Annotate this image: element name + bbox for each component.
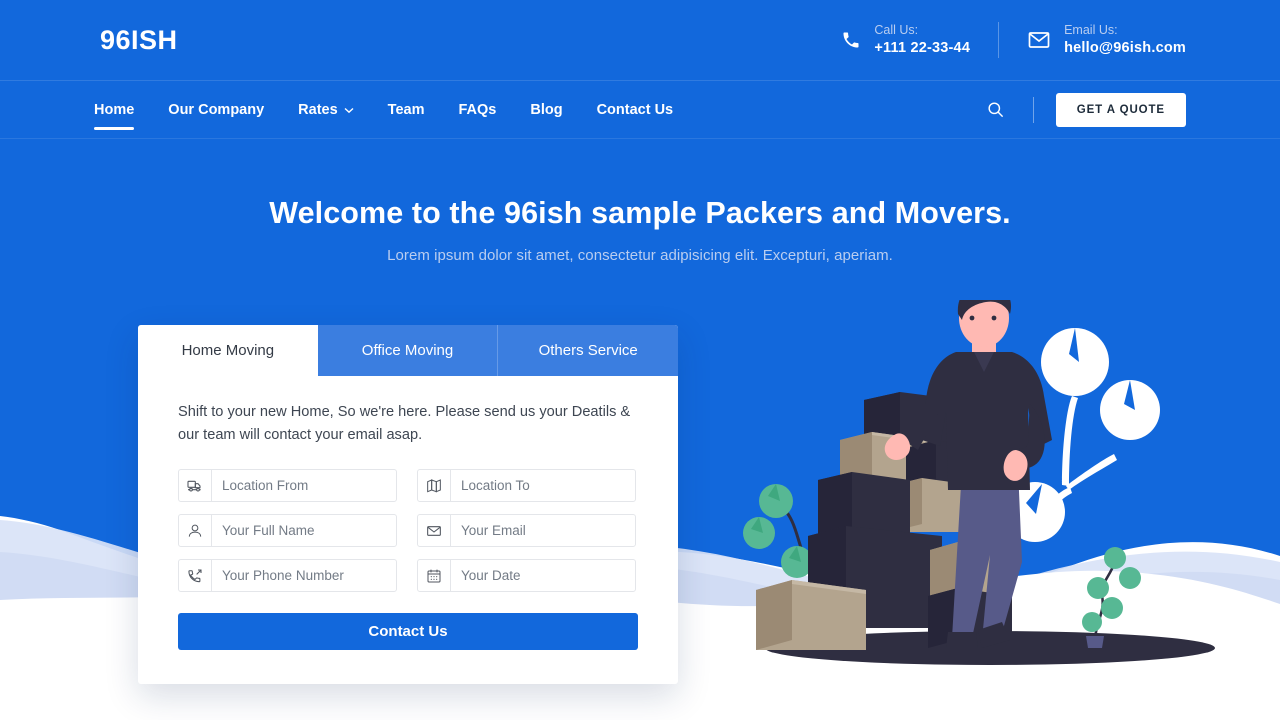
- full-name-field[interactable]: [178, 514, 409, 548]
- hero-title: Welcome to the 96ish sample Packers and …: [269, 196, 1011, 230]
- envelope-icon: [1027, 28, 1051, 52]
- phone-label: Call Us:: [874, 23, 919, 38]
- chevron-down-icon: [344, 102, 354, 118]
- hero-text-block: Welcome to the 96ish sample Packers and …: [0, 196, 1280, 264]
- location-from-field[interactable]: [178, 469, 409, 503]
- contact-us-submit-button[interactable]: Contact Us: [178, 613, 638, 651]
- nav-right-group: GET A QUOTE: [981, 92, 1186, 127]
- nav-item-blog[interactable]: Blog: [530, 81, 562, 139]
- date-field[interactable]: [417, 559, 648, 593]
- booking-card-body: Shift to your new Home, So we're here. P…: [138, 376, 678, 684]
- email-label: Email Us:: [1064, 23, 1118, 38]
- booking-description: Shift to your new Home, So we're here. P…: [178, 404, 631, 443]
- calendar-icon: [418, 560, 451, 592]
- phone-value: +111 22-33-44: [874, 39, 971, 56]
- nav-item-label: Blog: [530, 101, 563, 118]
- map-icon: [418, 470, 451, 502]
- mover-with-boxes-illustration: [700, 300, 1280, 670]
- nav-item-home[interactable]: Home: [94, 81, 135, 139]
- nav-item-rates[interactable]: Rates: [298, 81, 354, 139]
- nav-item-faqs[interactable]: FAQs: [458, 81, 496, 139]
- full-name-input[interactable]: [212, 515, 409, 547]
- phone-out-icon: [179, 560, 212, 592]
- envelope-icon: [418, 515, 451, 547]
- header-contact-group: Call Us: +111 22-33-44 Email Us: hello@9…: [841, 22, 1186, 58]
- location-from-input[interactable]: [212, 470, 409, 502]
- nav-item-our-company[interactable]: Our Company: [168, 81, 264, 139]
- email-input[interactable]: [451, 515, 648, 547]
- hero-subtitle: Lorem ipsum dolor sit amet, consectetur …: [387, 247, 893, 264]
- nav-item-label: FAQs: [458, 101, 497, 118]
- site-logo[interactable]: 96ISH: [100, 25, 178, 56]
- booking-card: Home Moving Office Moving Others Service…: [138, 325, 678, 685]
- top-bar: 96ISH Call Us: +111 22-33-44 Email Us: h…: [0, 0, 1280, 81]
- search-icon[interactable]: [981, 95, 1011, 125]
- nav-item-team[interactable]: Team: [388, 81, 425, 139]
- nav-item-label: Rates: [298, 101, 338, 118]
- user-icon: [179, 515, 212, 547]
- header-divider: [998, 22, 1000, 58]
- phone-icon: [841, 30, 861, 50]
- booking-form: [178, 469, 648, 593]
- nav-item-label: Team: [387, 101, 425, 118]
- tab-home-moving[interactable]: Home Moving: [138, 325, 318, 376]
- email-value: hello@96ish.com: [1064, 39, 1186, 56]
- location-to-field[interactable]: [417, 469, 648, 503]
- email-field[interactable]: [417, 514, 648, 548]
- truck-icon: [179, 470, 212, 502]
- nav-item-label: Home: [94, 101, 135, 118]
- landing-page: 96ISH Call Us: +111 22-33-44 Email Us: h…: [0, 0, 1280, 720]
- nav-divider: [1032, 96, 1034, 123]
- tab-others-service[interactable]: Others Service: [498, 325, 678, 376]
- main-navigation: Home Our Company Rates Team FAQs Blog Co…: [0, 81, 1280, 139]
- nav-links: Home Our Company Rates Team FAQs Blog Co…: [94, 81, 673, 139]
- nav-item-label: Our Company: [168, 101, 265, 118]
- nav-item-contact-us[interactable]: Contact Us: [597, 81, 674, 139]
- tab-office-moving[interactable]: Office Moving: [318, 325, 499, 376]
- header-email[interactable]: Email Us: hello@96ish.com: [1027, 23, 1186, 57]
- nav-item-label: Contact Us: [596, 101, 674, 118]
- header-phone[interactable]: Call Us: +111 22-33-44: [841, 23, 970, 57]
- get-a-quote-button[interactable]: GET A QUOTE: [1055, 92, 1186, 127]
- phone-number-field[interactable]: [178, 559, 409, 593]
- location-to-input[interactable]: [451, 470, 648, 502]
- phone-number-input[interactable]: [212, 560, 409, 592]
- booking-tabs: Home Moving Office Moving Others Service: [138, 325, 678, 376]
- date-input[interactable]: [451, 560, 648, 592]
